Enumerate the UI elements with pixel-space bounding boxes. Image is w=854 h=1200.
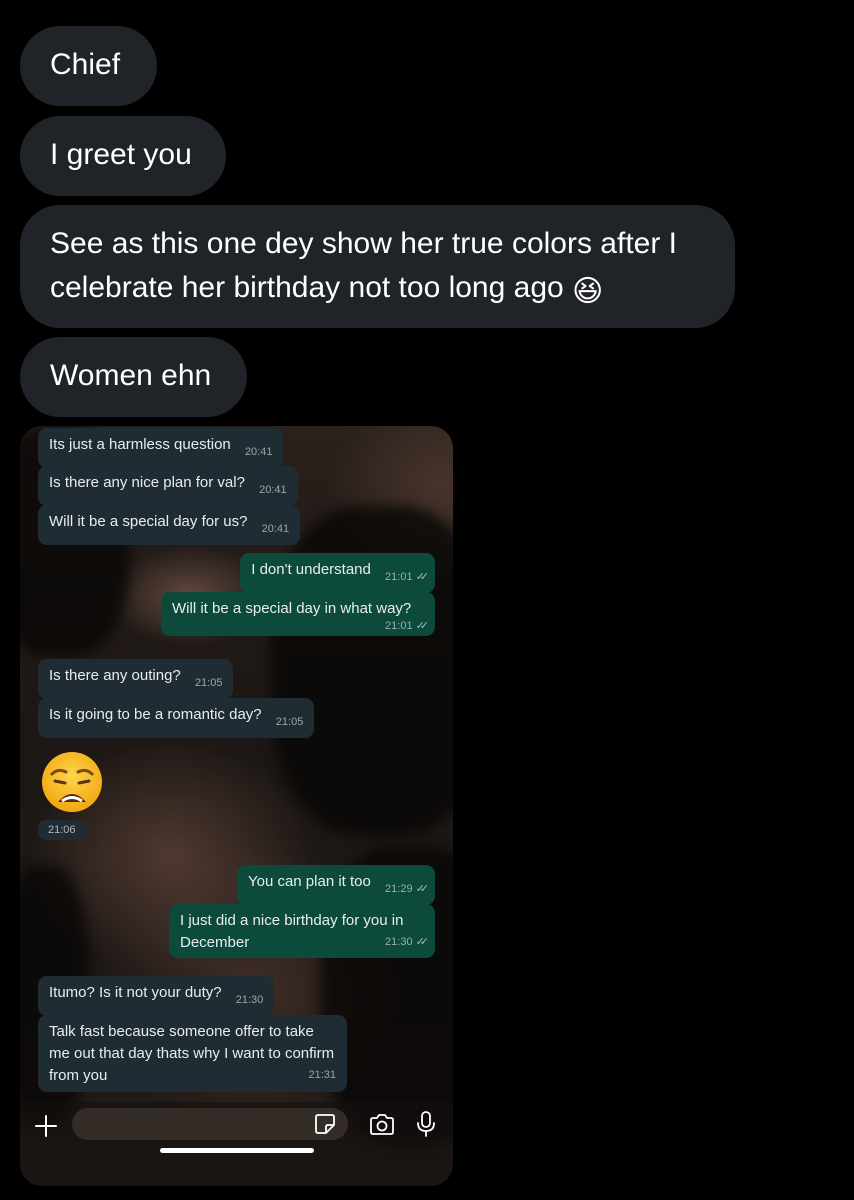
camera-icon[interactable] [368, 1113, 396, 1137]
read-receipt-icon: ✓✓ [415, 936, 430, 948]
message-text: Talk fast because someone offer to take … [49, 1023, 335, 1084]
message-time: 21:05 [275, 716, 304, 728]
dm-message-women[interactable]: Women ehn [20, 337, 247, 417]
chat-message-incoming[interactable]: Will it be a special day for us? 20:41 [38, 505, 301, 545]
chat-message-incoming[interactable]: Talk fast because someone offer to take … [38, 1015, 347, 1092]
chat-message-incoming[interactable]: Is it going to be a romantic day? 21:05 [38, 698, 315, 738]
chat-message-outgoing[interactable]: I don't understand 21:01 ✓✓ [240, 553, 435, 593]
chat-message-outgoing[interactable]: Will it be a special day in what way? 21… [161, 592, 435, 636]
message-text: Is there any outing? [49, 667, 181, 684]
message-text: Is there any nice plan for val? [49, 474, 245, 491]
chat-screenshot[interactable]: Its just a harmless question 20:41 Is th… [20, 426, 453, 1186]
chat-message-incoming[interactable]: Itumo? Is it not your duty? 21:30 [38, 976, 275, 1016]
sticker-icon[interactable] [314, 1113, 336, 1135]
message-text: You can plan it too [247, 873, 371, 890]
plus-icon[interactable] [34, 1114, 58, 1138]
message-time: 21:06 [38, 820, 86, 840]
weary-face-emoji[interactable] [40, 750, 104, 814]
message-time: 20:41 [261, 523, 290, 535]
chat-message-outgoing[interactable]: You can plan it too 21:29 ✓✓ [236, 865, 435, 905]
home-indicator [160, 1148, 314, 1153]
chat-message-incoming[interactable]: Is there any nice plan for val? 20:41 [38, 466, 298, 506]
dm-message-text: I greet you [50, 138, 192, 171]
chat-message-incoming[interactable]: Is there any outing? 21:05 [38, 659, 234, 699]
read-receipt-icon: ✓✓ [415, 571, 430, 583]
message-text: Will it be a special day for us? [49, 513, 248, 530]
read-receipt-icon: ✓✓ [415, 620, 430, 632]
message-time: 21:31 [308, 1069, 336, 1081]
dm-message-text: Women ehn [50, 359, 212, 392]
message-time: 21:29 ✓✓ [385, 878, 430, 900]
read-receipt-icon: ✓✓ [415, 883, 430, 895]
message-text: Its just a harmless question [49, 436, 231, 453]
message-input[interactable] [72, 1108, 348, 1140]
message-text: Will it be a special day in what way? [172, 600, 412, 617]
message-time: 21:30 ✓✓ [385, 931, 430, 953]
message-text: I don't understand [251, 561, 371, 578]
message-time: 21:05 [194, 677, 223, 689]
message-input-bar [20, 1102, 453, 1186]
chat-message-outgoing[interactable]: I just did a nice birthday for you in De… [169, 904, 435, 958]
grinning-squinting-emoji: 😆 [572, 275, 604, 308]
message-time: 21:01 ✓✓ [385, 620, 430, 632]
message-time: 21:01 ✓✓ [385, 566, 430, 588]
message-text: Is it going to be a romantic day? [49, 706, 262, 723]
message-time: 20:41 [244, 446, 273, 458]
chat-message-incoming[interactable]: Its just a harmless question 20:41 [38, 428, 284, 468]
message-text: Itumo? Is it not your duty? [49, 984, 222, 1001]
dm-message-chief[interactable]: Chief [20, 26, 157, 106]
dm-message-greet[interactable]: I greet you [20, 116, 226, 196]
dm-message-text: Chief [50, 48, 121, 81]
message-text: I just did a nice birthday for you in De… [180, 912, 404, 951]
message-time: 21:30 [235, 994, 264, 1006]
dm-message-true-colors[interactable]: See as this one dey show her true colors… [20, 205, 735, 328]
message-time: 20:41 [259, 484, 287, 496]
microphone-icon[interactable] [415, 1110, 437, 1138]
